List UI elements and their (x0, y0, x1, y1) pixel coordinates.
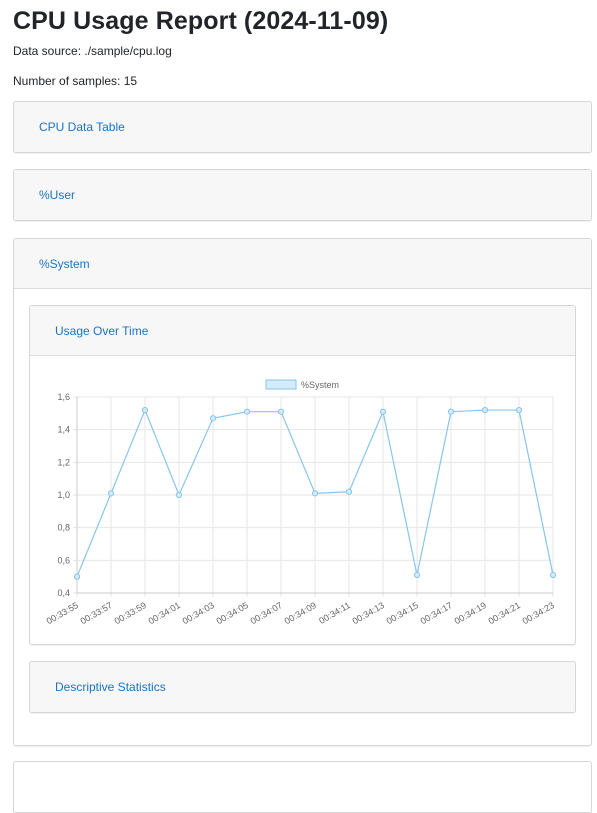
y-tick-label: 0,6 (57, 555, 70, 565)
x-tick-label: 00:34:23 (521, 600, 556, 626)
x-tick-label: 00:34:01 (147, 600, 182, 626)
x-tick-label: 00:34:15 (385, 600, 420, 626)
y-tick-label: 1,2 (57, 457, 70, 467)
data-point (413, 571, 421, 579)
x-tick-label: 00:33:57 (79, 600, 114, 626)
y-tick-label: 1,4 (57, 425, 70, 435)
user-link[interactable]: %User (39, 188, 75, 202)
x-tick-label: 00:34:17 (419, 600, 454, 626)
data-point (107, 490, 115, 497)
next-section-panel[interactable] (13, 761, 592, 813)
x-tick-label: 00:34:05 (215, 600, 250, 626)
system-panel: %System Usage Over Time 0,4 0,6 0,8 1,0 1,2 1… (13, 238, 592, 746)
data-point (379, 408, 387, 415)
data-point (447, 408, 455, 415)
data-point (209, 415, 217, 422)
data-point (141, 406, 149, 414)
user-panel: %User (13, 169, 592, 221)
cpu-data-table-link[interactable]: CPU Data Table (39, 120, 125, 134)
descriptive-stats-link[interactable]: Descriptive Statistics (55, 680, 166, 694)
system-link[interactable]: %System (39, 257, 90, 271)
usage-over-time-header[interactable]: Usage Over Time (30, 306, 575, 356)
y-tick-label: 1,6 (57, 392, 70, 402)
descriptive-stats-panel: Descriptive Statistics (29, 661, 576, 713)
y-tick-label: 1,0 (57, 490, 70, 500)
data-point (311, 490, 319, 497)
x-tick-label: 00:34:11 (317, 600, 352, 626)
data-point (549, 571, 557, 579)
system-usage-chart: 0,40,60,81,01,21,41,600:33:5500:33:5700:… (45, 379, 557, 626)
data-point (73, 573, 81, 580)
x-tick-label: 00:33:55 (45, 600, 80, 626)
data-point (243, 408, 251, 415)
data-point (175, 491, 183, 499)
descriptive-stats-header[interactable]: Descriptive Statistics (30, 662, 575, 712)
legend-swatch (265, 379, 297, 390)
y-tick-label: 0,4 (57, 588, 70, 598)
user-header[interactable]: %User (14, 170, 591, 220)
legend-label: %System (301, 380, 339, 390)
x-tick-label: 00:34:21 (487, 600, 522, 626)
cpu-data-table-panel: CPU Data Table (13, 101, 592, 153)
system-header[interactable]: %System (14, 239, 591, 289)
x-tick-label: 00:34:07 (249, 600, 284, 626)
data-point (515, 406, 523, 414)
x-tick-label: 00:34:03 (181, 600, 216, 626)
page-title: CPU Usage Report (2024-11-09) (13, 7, 389, 35)
usage-over-time-link[interactable]: Usage Over Time (55, 324, 148, 338)
cpu-data-table-header[interactable]: CPU Data Table (14, 102, 591, 152)
x-tick-label: 00:34:19 (453, 600, 488, 626)
sample-count-text: Number of samples: 15 (13, 74, 138, 88)
data-point (345, 488, 353, 495)
data-point (277, 408, 285, 415)
x-tick-label: 00:34:09 (283, 600, 318, 626)
x-tick-label: 00:33:59 (113, 600, 148, 626)
y-tick-label: 0,8 (57, 523, 70, 533)
x-tick-label: 00:34:13 (351, 600, 386, 626)
data-point (481, 406, 489, 414)
data-source-text: Data source: ./sample/cpu.log (13, 44, 172, 58)
usage-over-time-panel: Usage Over Time 0,4 0,6 0,8 1,0 1,2 1,4 1,6 00:… (29, 305, 576, 645)
